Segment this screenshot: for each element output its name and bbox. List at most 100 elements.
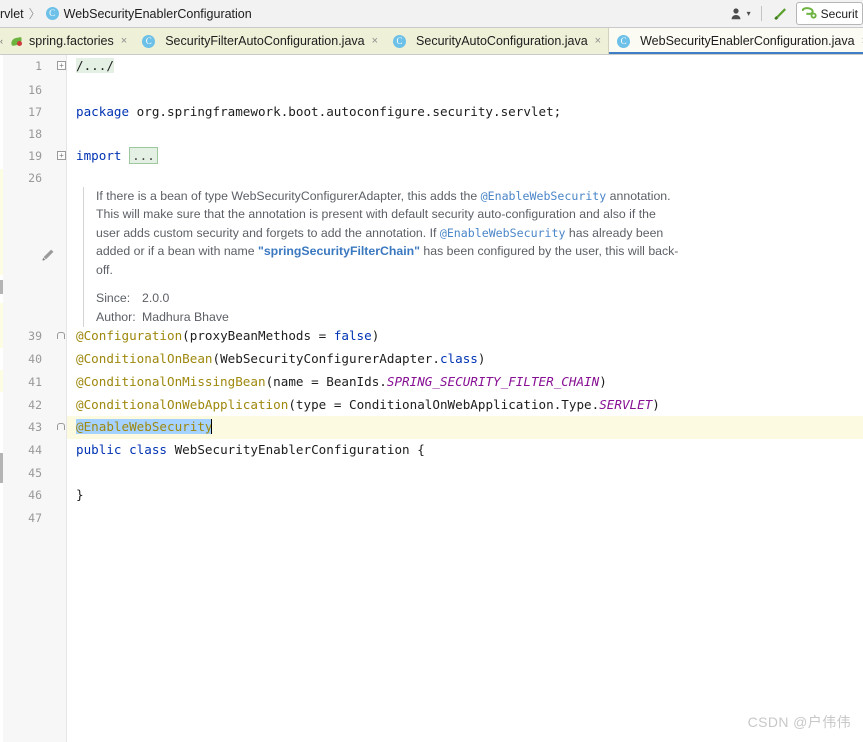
run-configuration-selector[interactable]: Securit xyxy=(795,2,863,25)
text-caret xyxy=(211,419,213,434)
annotation-param: type = ConditionalOnWebApplication.Type. xyxy=(295,397,600,412)
java-class-icon: C xyxy=(45,7,59,20)
build-hammer-icon xyxy=(773,7,786,20)
line-number: 17 xyxy=(28,105,42,119)
annotation-enable-web-security[interactable]: @EnableWebSecurity xyxy=(76,419,213,434)
javadoc-rendered-comment: If there is a bean of type WebSecurityCo… xyxy=(83,187,683,328)
fold-expand-icon[interactable]: + xyxy=(57,61,66,70)
code-line-40[interactable]: @ConditionalOnBean(WebSecurityConfigurer… xyxy=(76,348,863,371)
keyword-public: public xyxy=(76,442,122,457)
code-line-19[interactable]: import ... xyxy=(76,145,863,168)
class-name: WebSecurityEnablerConfiguration xyxy=(167,442,418,457)
javadoc-text-1: If there is a bean of type WebSecurityCo… xyxy=(96,189,481,203)
line-number: 18 xyxy=(28,127,42,141)
javadoc-code-enable-web-security: @EnableWebSecurity xyxy=(439,225,566,240)
chevron-down-icon[interactable]: ▾ xyxy=(747,9,751,18)
paren-open: ( xyxy=(288,397,296,412)
code-line-41[interactable]: @ConditionalOnMissingBean(name = BeanIds… xyxy=(76,371,863,394)
watermark: CSDN @户伟伟 xyxy=(747,714,851,730)
code-line-1[interactable]: /.../ xyxy=(76,55,863,78)
annotation-arg: WebSecurityConfigurerAdapter. xyxy=(220,351,440,366)
editor-tab-label[interactable]: spring.factories xyxy=(29,34,114,48)
line-number: 43 xyxy=(28,420,42,434)
paren-close: ) xyxy=(371,328,380,343)
breadcrumb-separator-icon: 〉 xyxy=(28,7,41,21)
line-number: 16 xyxy=(28,83,42,97)
package-name: org.springframework.boot.autoconfigure.s… xyxy=(129,104,562,119)
javadoc-since-row: Since: 2.0.0 xyxy=(96,289,683,308)
keyword-class: class xyxy=(439,351,478,366)
toolbar-actions: ▾ Securit xyxy=(725,0,863,27)
annotation-param: proxyBeanMethods = xyxy=(189,328,334,343)
editor-tab-strip: ‹ spring.factories × C SecurityFilterAut… xyxy=(0,28,863,55)
folded-imports-placeholder[interactable]: ... xyxy=(129,147,158,164)
line-number: 42 xyxy=(28,398,42,412)
javadoc-code-enable-web-security: @EnableWebSecurity xyxy=(480,189,607,203)
javadoc-author-label: Author: xyxy=(96,310,136,325)
breadcrumb-class-item[interactable]: C WebSecurityEnablerConfiguration xyxy=(45,7,252,21)
user-avatar-button[interactable]: ▾ xyxy=(726,3,755,25)
line-number: 45 xyxy=(28,466,42,480)
paren-close: ) xyxy=(599,374,607,389)
paren-open: ( xyxy=(212,351,221,366)
tab-close-icon[interactable]: × xyxy=(372,35,378,47)
code-content[interactable]: /.../ package org.springframework.boot.a… xyxy=(67,55,863,742)
code-line-42[interactable]: @ConditionalOnWebApplication(type = Cond… xyxy=(76,394,863,417)
java-class-icon: C xyxy=(142,34,156,48)
annotation-conditional-on-web-application: @ConditionalOnWebApplication xyxy=(76,397,289,412)
breadcrumb-class-label[interactable]: WebSecurityEnablerConfiguration xyxy=(64,7,252,21)
breadcrumb[interactable]: rvlet 〉 C WebSecurityEnablerConfiguratio… xyxy=(0,0,725,27)
javadoc-description: If there is a bean of type WebSecurityCo… xyxy=(96,187,683,279)
literal-false: false xyxy=(333,328,372,343)
javadoc-author-row: Author: Madhura Bhave xyxy=(96,308,683,327)
editor-tab-websecurityenablerconfiguration[interactable]: C WebSecurityEnablerConfiguration.java × xyxy=(608,28,863,54)
java-class-icon: C xyxy=(393,34,407,48)
breadcrumb-package[interactable]: rvlet xyxy=(0,7,24,21)
folded-comment-placeholder[interactable]: /.../ xyxy=(76,58,114,73)
line-number: 19 xyxy=(28,149,42,163)
code-line-44[interactable]: public class WebSecurityEnablerConfigura… xyxy=(76,439,863,462)
javadoc-author-value: Madhura Bhave xyxy=(142,310,229,325)
keyword-package: package xyxy=(76,104,130,119)
constant-servlet: SERVLET xyxy=(599,397,653,412)
keyword-import: import xyxy=(76,148,122,163)
line-number: 40 xyxy=(28,352,42,366)
code-line-43[interactable]: @EnableWebSecurity xyxy=(76,416,863,439)
code-line-39[interactable]: @Configuration(proxyBeanMethods = false) xyxy=(76,325,863,348)
editor-gutter[interactable]: 1 16 17 18 19 26 39 40 41 42 43 44 45 46… xyxy=(3,55,67,742)
editor-tab-spring-factories[interactable]: spring.factories × xyxy=(3,28,135,54)
annotation-param: name = BeanIds. xyxy=(273,374,387,389)
paren-open: ( xyxy=(182,328,190,343)
line-number: 44 xyxy=(28,443,42,457)
toolbar-divider xyxy=(760,6,762,21)
line-number: 1 xyxy=(35,59,42,73)
run-configuration-label[interactable]: Securit xyxy=(821,7,858,21)
javadoc-tags: Since: 2.0.0 Author: Madhura Bhave xyxy=(96,289,683,327)
code-editor[interactable]: 1 16 17 18 19 26 39 40 41 42 43 44 45 46… xyxy=(0,55,863,742)
fold-collapse-icon[interactable] xyxy=(57,423,65,430)
line-number: 41 xyxy=(28,375,42,389)
editor-tab-security-autoconfiguration[interactable]: C SecurityAutoConfiguration.java × xyxy=(385,28,609,54)
fold-collapse-icon[interactable] xyxy=(57,332,65,339)
editor-tab-label[interactable]: SecurityAutoConfiguration.java xyxy=(416,34,588,48)
top-toolbar: rvlet 〉 C WebSecurityEnablerConfiguratio… xyxy=(0,0,863,28)
constant-spring-security-filter-chain: SPRING_SECURITY_FILTER_CHAIN xyxy=(386,374,600,389)
fold-expand-icon[interactable]: + xyxy=(57,151,66,160)
java-class-icon: C xyxy=(617,34,631,48)
pencil-edit-icon[interactable] xyxy=(41,248,55,262)
spring-boot-icon xyxy=(801,7,817,19)
ide-window: rvlet 〉 C WebSecurityEnablerConfiguratio… xyxy=(0,0,863,742)
editor-tab-label[interactable]: WebSecurityEnablerConfiguration.java xyxy=(640,34,854,48)
build-button[interactable] xyxy=(768,3,792,25)
editor-tab-security-filter-autoconfiguration[interactable]: C SecurityFilterAutoConfiguration.java × xyxy=(134,28,386,54)
tab-close-icon[interactable]: × xyxy=(121,35,127,47)
javadoc-since-value: 2.0.0 xyxy=(142,291,170,306)
spring-leaf-icon xyxy=(11,35,24,48)
annotation-conditional-on-bean: @ConditionalOnBean xyxy=(76,351,213,366)
tab-close-icon[interactable]: × xyxy=(595,35,601,47)
code-line-46[interactable]: } xyxy=(76,484,863,507)
line-number: 46 xyxy=(28,488,42,502)
editor-tab-label[interactable]: SecurityFilterAutoConfiguration.java xyxy=(165,34,364,48)
code-line-17[interactable]: package org.springframework.boot.autocon… xyxy=(76,101,863,124)
